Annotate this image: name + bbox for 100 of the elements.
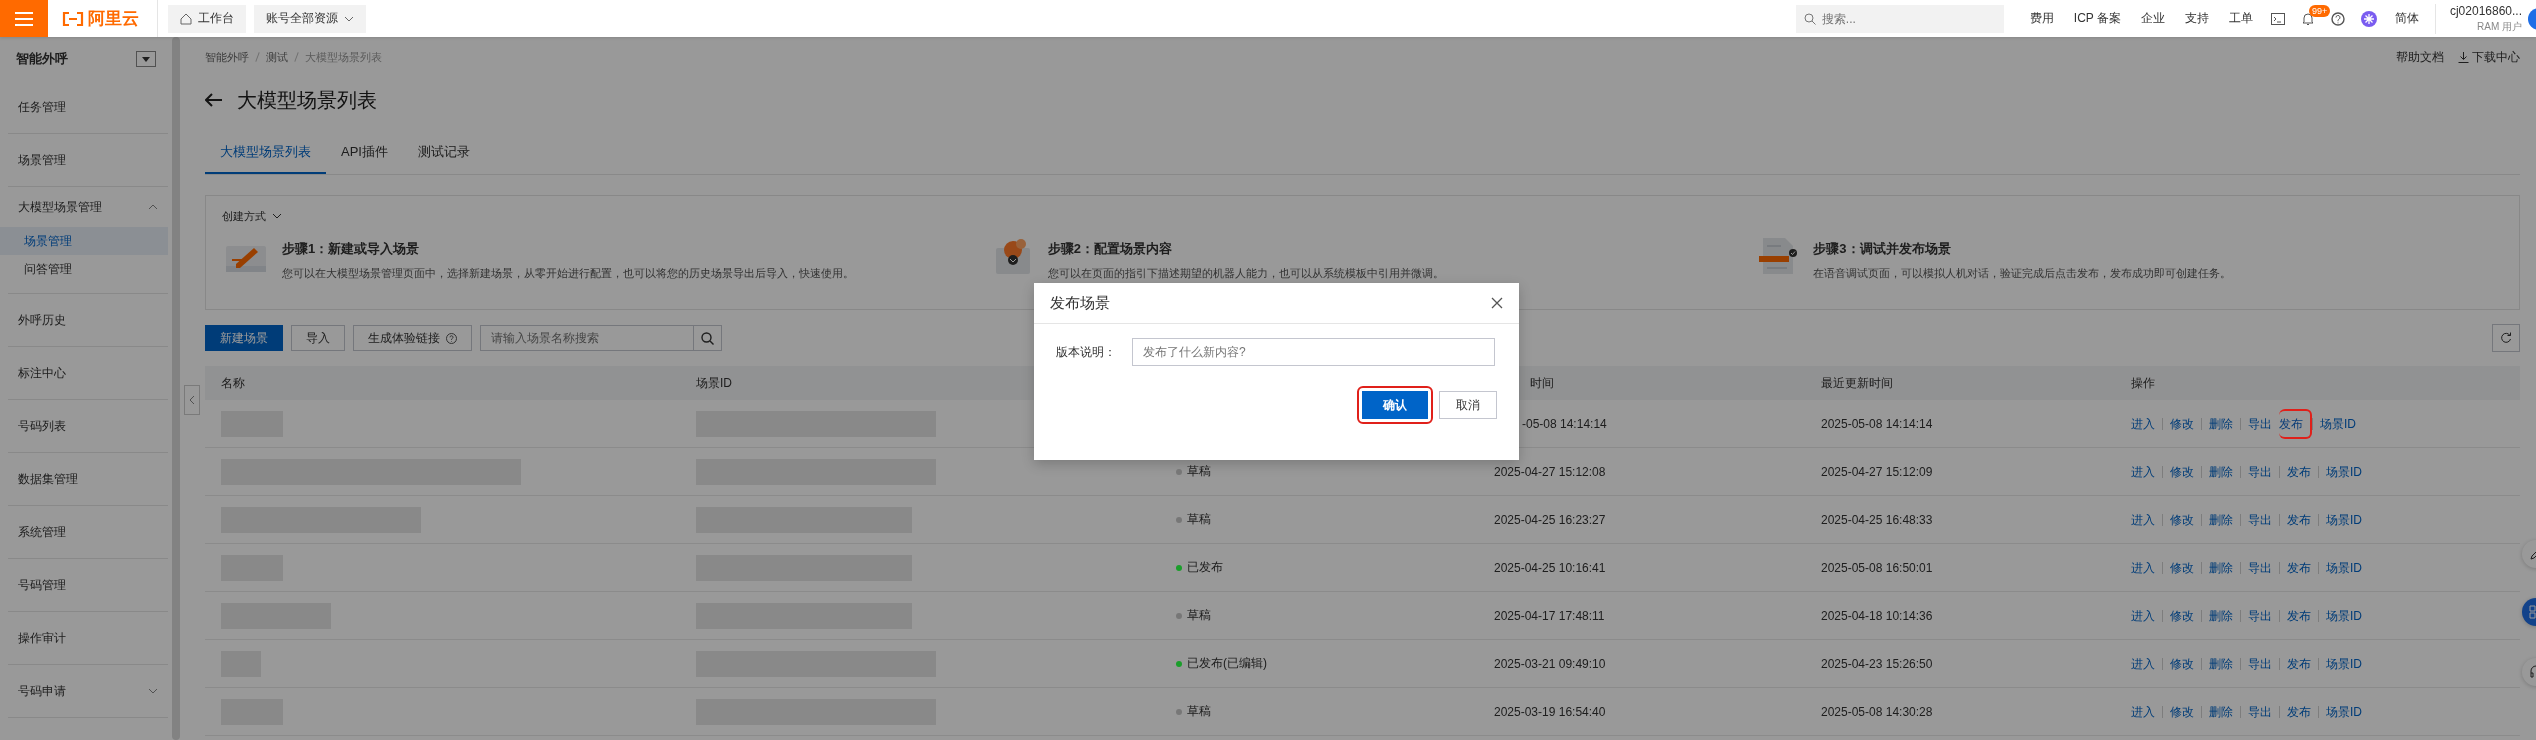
search-field[interactable]: 搜索... [1795,4,2004,33]
search-field[interactable]: 请输入场景名称搜索 [480,325,694,351]
column-header: 名称 [221,374,245,392]
action-link[interactable]: 修改 [2162,465,2201,478]
nav-link[interactable]: ICP 备案 [2073,10,2121,27]
action-link[interactable]: 进入 [2131,561,2162,574]
refresh-button[interactable] [2492,324,2520,352]
action-link[interactable]: 导出 [2240,561,2279,574]
user-name[interactable]: cj02016860... [2449,3,2522,19]
menu-item[interactable]: 标注中心 [8,347,168,399]
action-link[interactable]: 发布 [2279,465,2318,478]
table-cell: 2025-04-27 15:12:09 [1821,464,1933,479]
action-link[interactable]: 发布 [2279,609,2318,622]
create-button[interactable]: 新建场景 [205,325,283,351]
nav-link[interactable]: 企业 [2140,10,2165,27]
close-button[interactable] [1491,297,1503,309]
action-link[interactable]: 场景ID [2318,609,2369,622]
action-link[interactable]: 修改 [2162,657,2201,670]
menu-item[interactable]: 号码管理 [8,559,168,611]
breadcrumb-link[interactable]: 测试 [266,49,288,65]
page-title: 大模型场景列表 [237,87,377,113]
confirm-button[interactable]: 确认 [1362,391,1428,419]
tab[interactable]: API插件 [326,131,403,174]
action-link[interactable]: 导出 [2240,609,2279,622]
action-link[interactable]: 删除 [2201,609,2240,622]
action-link[interactable]: 修改 [2162,609,2201,622]
action-link[interactable]: 导出 [2240,657,2279,670]
menu-item[interactable]: 任务管理 [8,81,168,133]
search-button[interactable] [694,325,722,351]
action-link[interactable]: 场景ID [2318,465,2369,478]
action-link[interactable]: 发布 [2279,705,2318,718]
action-link[interactable]: 修改 [2162,417,2201,430]
action-link[interactable]: 场景ID [2312,417,2363,430]
action-link[interactable]: 修改 [2162,705,2201,718]
product-dropdown[interactable] [136,51,156,67]
action-link[interactable]: 发布 [2279,416,2310,431]
status-text: 草稿 [1187,511,1211,528]
nav-link[interactable]: 支持 [2184,10,2209,27]
chevron-down-icon[interactable] [272,211,282,221]
action-link[interactable]: 进入 [2131,657,2162,670]
tab[interactable]: 测试记录 [402,131,485,174]
breadcrumb-link[interactable]: 智能外呼 [205,49,249,65]
scrollbar[interactable] [172,37,180,740]
action-link[interactable]: 进入 [2131,609,2162,622]
action-link[interactable]: 删除 [2201,657,2240,670]
action-link[interactable]: 修改 [2162,561,2201,574]
language-link[interactable]: 简体 [2394,10,2419,27]
action-link[interactable]: 导出 [2240,465,2279,478]
cancel-button[interactable]: 取消 [1439,391,1497,419]
action-link[interactable]: 修改 [2162,513,2201,526]
action-link[interactable]: 删除 [2201,465,2240,478]
menu-item[interactable]: 号码列表 [8,400,168,452]
back-arrow-icon[interactable] [205,93,223,107]
tab[interactable]: 大模型场景列表 [205,131,326,174]
menu-item[interactable]: 外呼历史 [8,294,168,346]
menu-group[interactable]: 号码申请 [8,665,168,717]
terminal-icon[interactable] [2270,12,2285,25]
table-cell: 2025-05-08 14:14:14 [1821,416,1933,431]
resource-dropdown[interactable]: 账号全部资源 [254,4,366,33]
action-link[interactable]: 场景ID [2318,657,2369,670]
menu-group[interactable]: 大模型场景管理 [8,187,168,227]
workbench-button[interactable]: 工作台 [168,4,246,33]
action-link[interactable]: 场景ID [2318,561,2369,574]
action-link[interactable]: 删除 [2201,561,2240,574]
action-link[interactable]: 进入 [2131,417,2162,430]
help-link[interactable]: 帮助文档 [2396,48,2444,66]
menu-item[interactable]: 系统管理 [8,506,168,558]
nav-link[interactable]: 工单 [2228,10,2253,27]
action-link[interactable]: 导出 [2240,705,2279,718]
action-link[interactable]: 进入 [2131,465,2162,478]
input-field[interactable]: 发布了什么新内容? [1132,338,1495,366]
action-link[interactable]: 场景ID [2318,513,2369,526]
action-link[interactable]: 发布 [2279,513,2318,526]
action-link[interactable]: 删除 [2201,705,2240,718]
menu-button[interactable] [0,0,48,37]
search-icon [1803,12,1816,25]
action-link[interactable]: 删除 [2201,417,2240,430]
logo-text: 阿里云 [88,8,139,30]
action-link[interactable]: 进入 [2131,705,2162,718]
star-circle-icon[interactable] [2360,10,2377,27]
caret-down-icon [142,56,150,62]
import-button[interactable]: 导入 [291,325,345,351]
action-link[interactable]: 删除 [2201,513,2240,526]
action-link[interactable]: 发布 [2279,657,2318,670]
menu-item[interactable]: 操作审计 [8,612,168,664]
action-link[interactable]: 场景ID [2318,705,2369,718]
download-link[interactable]: 下载中心 [2458,48,2520,66]
menu-item[interactable]: 问答管理 [0,255,168,283]
action-link[interactable]: 进入 [2131,513,2162,526]
table-cell: 2025-04-18 10:14:36 [1821,608,1933,623]
action-link[interactable]: 发布 [2279,561,2318,574]
menu-item[interactable]: 场景管理 [8,134,168,186]
menu-item[interactable]: 数据集管理 [8,453,168,505]
action-link[interactable]: 导出 [2240,513,2279,526]
menu-item[interactable]: 场景管理 [0,227,168,255]
action-link[interactable]: 导出 [2240,417,2279,430]
link-button[interactable]: 生成体验链接 [353,325,472,351]
step-description: 您可以在大模型场景管理页面中，选择新建场景，从零开始进行配置，也可以将您的历史场景导出后导入，快速使用。 [282,266,854,281]
help-icon[interactable] [2330,11,2345,26]
nav-link[interactable]: 费用 [2029,10,2054,27]
